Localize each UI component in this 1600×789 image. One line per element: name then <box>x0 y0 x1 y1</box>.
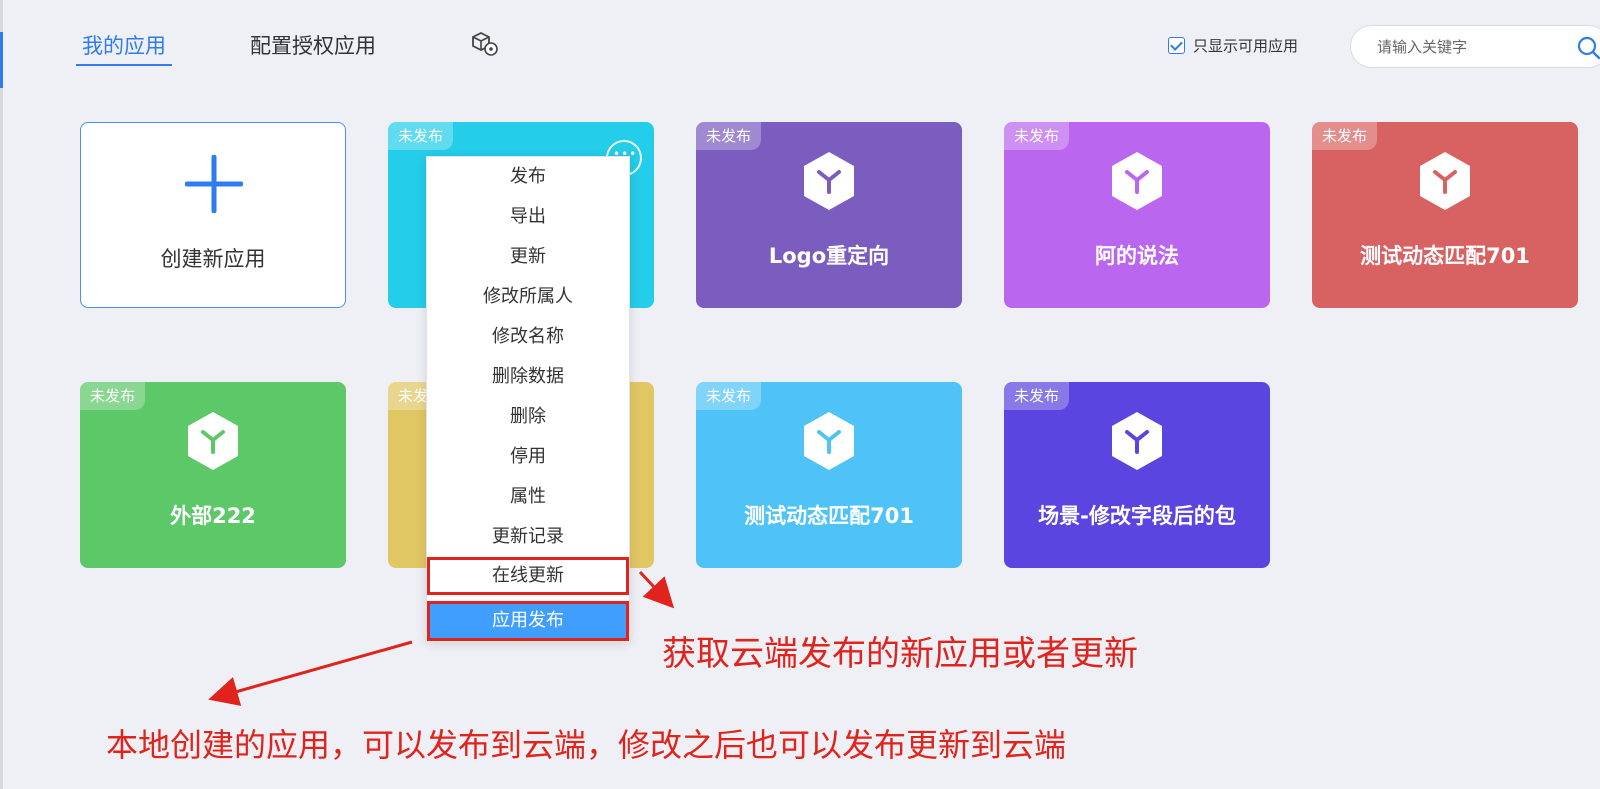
tab-authorized-apps[interactable]: 配置授权应用 <box>250 30 376 64</box>
app-name: 测试动态匹配701 <box>1360 244 1530 268</box>
left-edge-bar <box>0 0 3 789</box>
search-input[interactable] <box>1377 36 1557 58</box>
available-only-checkbox[interactable] <box>1168 37 1185 54</box>
menu-item-change-owner[interactable]: 修改所属人 <box>427 277 629 317</box>
menu-item-delete-data[interactable]: 删除数据 <box>427 357 629 397</box>
create-app-label: 创建新应用 <box>160 247 266 271</box>
create-app-card[interactable]: 创建新应用 <box>80 122 346 308</box>
plus-icon <box>185 155 243 213</box>
search-box[interactable] <box>1350 25 1600 68</box>
available-only-filter[interactable]: 只显示可用应用 <box>1168 35 1298 56</box>
app-name: Logo重定向 <box>768 244 890 268</box>
menu-item-export[interactable]: 导出 <box>427 197 629 237</box>
app-cube-icon <box>804 412 854 470</box>
app-card[interactable]: 未发布 Logo重定向 <box>696 122 962 308</box>
unpublished-badge: 未发布 <box>696 382 762 410</box>
app-context-menu: 发布 导出 更新 修改所属人 修改名称 删除数据 删除 停用 属性 更新记录 在… <box>426 156 630 642</box>
menu-item-publish[interactable]: 发布 <box>427 157 629 197</box>
app-cube-icon <box>1420 152 1470 210</box>
menu-item-update[interactable]: 更新 <box>427 237 629 277</box>
menu-item-update-history[interactable]: 更新记录 <box>427 517 629 557</box>
app-cube-icon <box>188 412 238 470</box>
app-card[interactable]: 未发布 阿的说法 <box>1004 122 1270 308</box>
menu-item-disable[interactable]: 停用 <box>427 437 629 477</box>
unpublished-badge: 未发布 <box>388 122 454 150</box>
tab-my-apps[interactable]: 我的应用 <box>76 30 172 66</box>
app-cube-icon <box>1112 152 1162 210</box>
app-card[interactable]: 未发布 外部222 <box>80 382 346 568</box>
unpublished-badge: 未发布 <box>1312 122 1378 150</box>
menu-item-rename[interactable]: 修改名称 <box>427 317 629 357</box>
unpublished-badge: 未发布 <box>80 382 146 410</box>
app-card[interactable]: 未发布 测试动态匹配701 <box>696 382 962 568</box>
app-cube-icon <box>804 152 854 210</box>
unpublished-badge: 未发布 <box>1004 122 1070 150</box>
unpublished-badge: 未发布 <box>696 122 762 150</box>
app-name: 场景-修改字段后的包 <box>1038 504 1236 528</box>
available-only-label: 只显示可用应用 <box>1193 37 1299 55</box>
search-icon[interactable] <box>1577 36 1600 60</box>
arrow-online-update <box>638 570 675 609</box>
app-name: 外部222 <box>170 504 256 528</box>
app-card[interactable]: 未发布 场景-修改字段后的包 <box>1004 382 1270 568</box>
menu-item-properties[interactable]: 属性 <box>427 477 629 517</box>
cube-settings-icon[interactable] <box>470 30 500 58</box>
unpublished-badge: 未发布 <box>1004 382 1070 410</box>
app-name: 阿的说法 <box>1095 244 1179 268</box>
annotation-app-publish: 本地创建的应用，可以发布到云端，修改之后也可以发布更新到云端 <box>106 726 1067 764</box>
arrow-app-publish <box>208 640 413 706</box>
left-edge-active-indicator <box>0 32 3 88</box>
annotation-online-update: 获取云端发布的新应用或者更新 <box>662 634 1138 674</box>
app-name: 测试动态匹配701 <box>744 504 914 528</box>
menu-item-delete[interactable]: 删除 <box>427 397 629 437</box>
app-card[interactable]: 未发布 测试动态匹配701 <box>1312 122 1578 308</box>
menu-item-app-publish[interactable]: 应用发布 <box>427 601 629 641</box>
menu-item-online-update[interactable]: 在线更新 <box>427 557 629 595</box>
app-cube-icon <box>1112 412 1162 470</box>
